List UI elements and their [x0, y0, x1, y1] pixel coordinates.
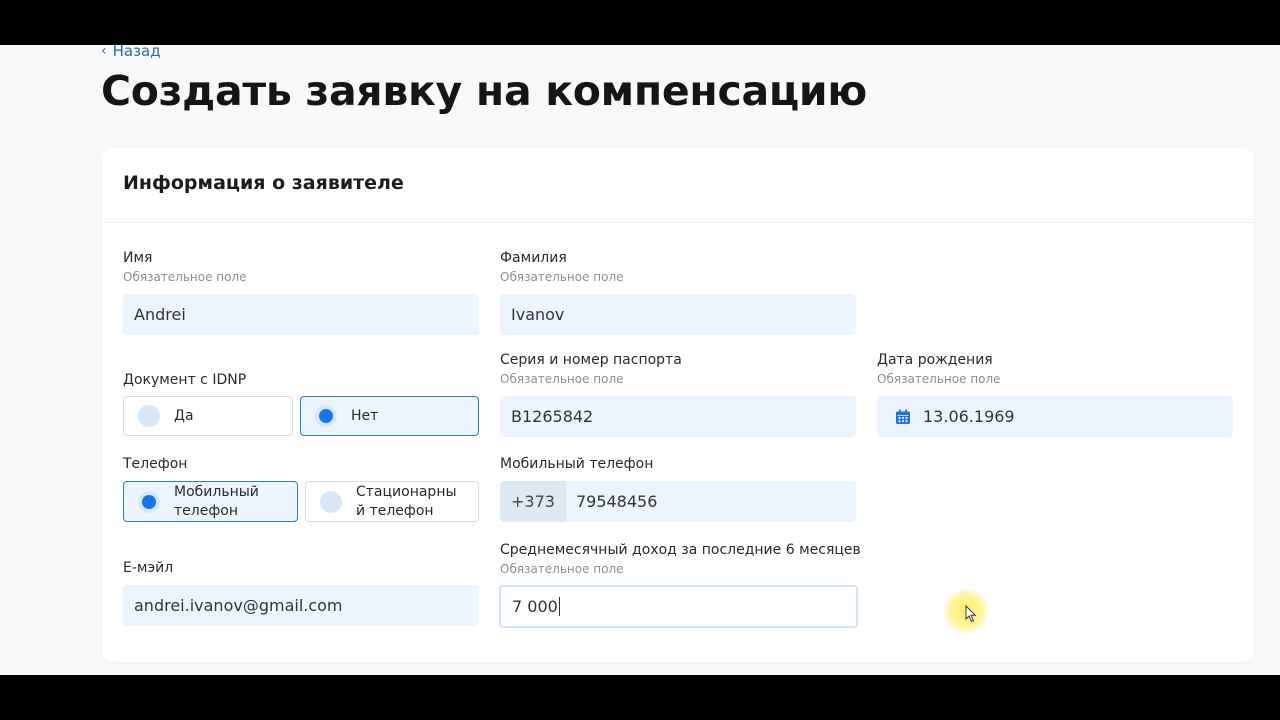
- email-field-header: E-мэйл: [123, 560, 173, 576]
- back-link[interactable]: ‹ Назад: [101, 45, 161, 60]
- calendar-icon[interactable]: [895, 409, 911, 425]
- income-value: 7 000: [512, 597, 558, 616]
- birth-date-input[interactable]: 13.06.1969: [877, 396, 1233, 437]
- first-name-required-hint: Обязательное поле: [123, 270, 247, 284]
- email-label: E-мэйл: [123, 560, 174, 576]
- first-name-label: Имя: [123, 250, 153, 266]
- mobile-phone-field-header: Мобильный телефон: [500, 456, 653, 472]
- phone-option-mobile-label: Мобильный телефон: [174, 483, 259, 521]
- radio-button-selected-icon: [315, 405, 337, 427]
- first-name-value: Andrei: [134, 305, 186, 324]
- applicant-info-card: Информация о заявителе Имя Обязательное …: [102, 148, 1254, 662]
- first-name-input[interactable]: Andrei: [123, 294, 479, 335]
- phone-option-landline-line-2: й телефон: [356, 502, 434, 519]
- income-label: Среднемесячный доход за последние 6 меся…: [500, 542, 861, 558]
- text-caret: [558, 597, 560, 616]
- chevron-left-icon: ‹: [101, 45, 107, 59]
- idnp-option-no[interactable]: Нет: [300, 396, 479, 436]
- idnp-doc-field-header: Документ с IDNP: [123, 372, 246, 388]
- phone-type-label: Телефон: [123, 456, 188, 472]
- email-value: andrei.ivanov@gmail.com: [134, 596, 343, 615]
- radio-button-selected-icon: [138, 490, 160, 513]
- phone-option-mobile-line-1: Мобильный: [174, 483, 259, 500]
- phone-option-landline-line-1: Стационарны: [356, 483, 457, 500]
- birth-date-label: Дата рождения: [877, 352, 993, 368]
- last-name-label: Фамилия: [500, 250, 567, 266]
- phone-option-mobile-line-2: телефон: [174, 502, 239, 519]
- idnp-option-yes[interactable]: Да: [123, 396, 293, 436]
- last-name-input[interactable]: Ivanov: [500, 294, 856, 335]
- page-viewport: ‹ Назад Создать заявку на компенсацию Ин…: [0, 45, 1280, 675]
- phone-option-mobile[interactable]: Мобильный телефон: [123, 481, 298, 522]
- idnp-option-yes-label: Да: [174, 407, 194, 424]
- mobile-phone-input[interactable]: +373 79548456: [500, 481, 856, 522]
- first-name-field-header: Имя Обязательное поле: [123, 250, 247, 284]
- passport-required-hint: Обязательное поле: [500, 372, 624, 386]
- income-required-hint: Обязательное поле: [500, 562, 624, 576]
- idnp-doc-label: Документ с IDNP: [123, 372, 247, 388]
- last-name-field-header: Фамилия Обязательное поле: [500, 250, 624, 284]
- last-name-value: Ivanov: [511, 305, 565, 324]
- idnp-option-no-label: Нет: [351, 407, 379, 424]
- income-input[interactable]: 7 000: [499, 585, 858, 628]
- passport-input[interactable]: B1265842: [500, 396, 856, 437]
- page-title: Создать заявку на компенсацию: [101, 67, 867, 115]
- birth-date-field-header: Дата рождения Обязательное поле: [877, 352, 1001, 386]
- passport-field-header: Серия и номер паспорта Обязательное поле: [500, 352, 682, 386]
- radio-button-icon: [320, 490, 342, 513]
- mobile-phone-value: 79548456: [575, 492, 658, 511]
- mouse-pointer-icon: [965, 605, 977, 623]
- phone-prefix: +373: [500, 481, 566, 522]
- card-title: Информация о заявителе: [123, 172, 404, 194]
- last-name-required-hint: Обязательное поле: [500, 270, 624, 284]
- email-input[interactable]: andrei.ivanov@gmail.com: [123, 585, 479, 626]
- phone-type-field-header: Телефон: [123, 456, 187, 472]
- passport-value: B1265842: [511, 407, 594, 426]
- mobile-phone-label: Мобильный телефон: [500, 456, 654, 472]
- radio-button-icon: [138, 405, 160, 427]
- passport-label: Серия и номер паспорта: [500, 352, 682, 368]
- card-header: Информация о заявителе: [102, 148, 1254, 223]
- birth-date-required-hint: Обязательное поле: [877, 372, 1001, 386]
- phone-option-landline-label: Стационарны й телефон: [356, 483, 457, 521]
- back-link-label: Назад: [112, 45, 161, 60]
- phone-option-landline[interactable]: Стационарны й телефон: [305, 481, 479, 522]
- income-field-header: Среднемесячный доход за последние 6 меся…: [500, 542, 861, 576]
- birth-date-value: 13.06.1969: [923, 407, 1015, 426]
